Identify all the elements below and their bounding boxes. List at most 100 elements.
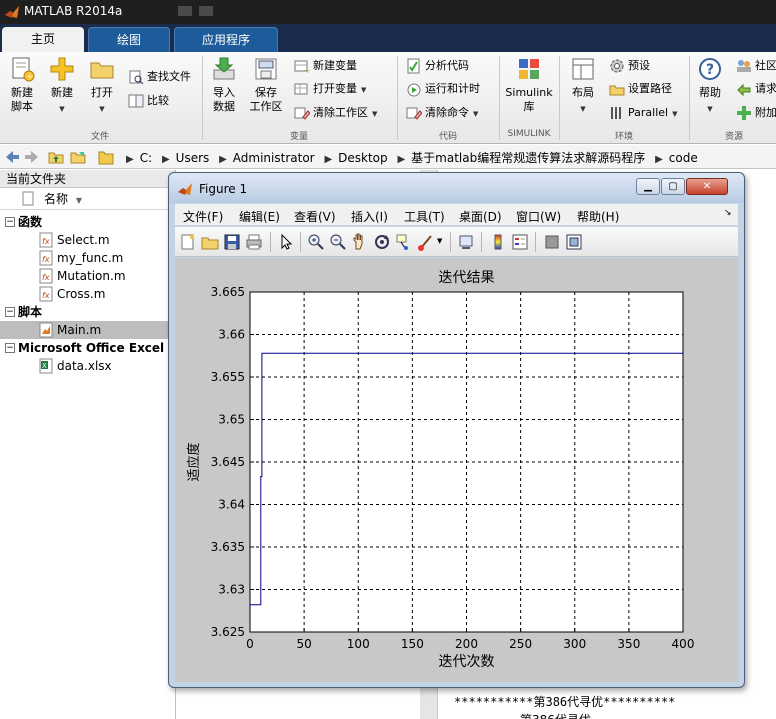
collapse-toggle-icon[interactable]: − — [5, 307, 15, 317]
list-item[interactable]: fx Select.m — [0, 231, 176, 249]
parallel-button[interactable]: Parallel ▼ — [609, 105, 677, 122]
analyze-code-button[interactable]: 分析代码 — [406, 58, 469, 74]
group-excel[interactable]: − Microsoft Office Excel 工 — [0, 339, 176, 357]
data-cursor-icon[interactable] — [395, 233, 413, 251]
new-figure-icon[interactable] — [179, 233, 197, 251]
menu-insert[interactable]: 插入(I) — [351, 208, 388, 225]
menu-window[interactable]: 窗口(W) — [516, 208, 561, 225]
breadcrumb-item[interactable]: Desktop — [338, 151, 388, 165]
brush-dropdown-icon[interactable]: ▼ — [437, 237, 442, 245]
figure-titlebar[interactable]: Figure 1 ▁ ▢ ✕ — [169, 173, 744, 203]
tab-plots[interactable]: 绘图 — [88, 27, 170, 52]
save-workspace-button[interactable]: 保存 工作区 — [246, 56, 286, 114]
find-files-button[interactable]: 查找文件 — [128, 69, 191, 85]
window-minimize-button[interactable] — [178, 6, 192, 16]
new-script-button[interactable]: + 新建 脚本 — [4, 56, 40, 114]
menubar-dock-icon[interactable]: ↘ — [724, 208, 732, 218]
print-figure-icon[interactable] — [245, 233, 263, 251]
import-data-button[interactable]: 导入 数据 — [207, 56, 241, 114]
tab-home[interactable]: 主页 — [2, 27, 84, 52]
zoom-out-icon[interactable] — [329, 233, 347, 251]
window-maximize-button[interactable] — [199, 6, 213, 16]
legend-icon[interactable] — [511, 233, 529, 251]
breadcrumb-item[interactable]: Administrator — [233, 151, 315, 165]
name-column-header[interactable]: 名称 ▼ — [0, 188, 175, 210]
rotate-3d-icon[interactable] — [373, 233, 391, 251]
open-dropdown-icon[interactable]: ▼ — [86, 102, 118, 116]
open-button[interactable]: 打开 ▼ — [86, 56, 118, 116]
collapse-toggle-icon[interactable]: − — [5, 217, 15, 227]
layout-dropdown-icon[interactable]: ▼ — [565, 102, 601, 116]
menu-desktop[interactable]: 桌面(D) — [459, 208, 502, 225]
clear-commands-button[interactable]: 清除命令 ▼ — [406, 105, 478, 122]
preferences-button[interactable]: 预设 — [609, 58, 650, 74]
up-folder-icon[interactable] — [48, 149, 64, 165]
compare-button[interactable]: 比较 — [128, 93, 169, 109]
new-variable-button[interactable]: + 新建变量 — [294, 58, 357, 74]
list-item[interactable]: fx Cross.m — [0, 285, 176, 303]
menu-edit[interactable]: 编辑(E) — [239, 208, 280, 225]
help-button[interactable]: ? 帮助 ▼ — [694, 56, 726, 116]
set-path-button[interactable]: 设置路径 — [609, 81, 672, 97]
brush-icon[interactable] — [417, 233, 435, 251]
clear-workspace-icon — [294, 107, 310, 120]
layout-button[interactable]: 布局 ▼ — [565, 56, 601, 116]
save-figure-icon[interactable] — [223, 233, 241, 251]
list-item[interactable]: X data.xlsx — [0, 357, 176, 375]
show-plot-tools-icon[interactable] — [565, 233, 583, 251]
zoom-in-icon[interactable] — [307, 233, 325, 251]
community-button[interactable]: 社区 — [736, 58, 776, 74]
group-scripts[interactable]: − 脚本 — [0, 303, 176, 321]
help-dropdown-icon[interactable]: ▼ — [694, 102, 726, 116]
collapse-toggle-icon[interactable]: − — [5, 343, 15, 353]
name-column-label: 名称 — [44, 192, 69, 206]
y-tick-label: 3.625 — [211, 625, 245, 639]
open-variable-dropdown-icon[interactable]: ▼ — [361, 86, 366, 94]
tab-apps[interactable]: 应用程序 — [174, 27, 278, 52]
help-label: 帮助 — [699, 86, 721, 99]
ribbon-toolstrip: + 新建 脚本 新建 ▼ 打开 ▼ 查找文件 比较 文件 导入 数据 保存 工作… — [0, 52, 776, 144]
run-and-time-button[interactable]: 运行和计时 — [406, 81, 480, 97]
browse-folder-icon[interactable] — [70, 149, 86, 165]
clear-commands-dropdown-icon[interactable]: ▼ — [473, 110, 478, 118]
menu-help[interactable]: 帮助(H) — [577, 208, 619, 225]
parallel-label: Parallel — [628, 106, 669, 119]
breadcrumb-item[interactable]: Users — [176, 151, 210, 165]
breadcrumb-item[interactable]: C: — [140, 151, 152, 165]
request-support-label: 请求 — [755, 82, 776, 95]
list-item[interactable]: fx my_func.m — [0, 249, 176, 267]
breadcrumb-item[interactable]: code — [669, 151, 698, 165]
hide-plot-tools-icon[interactable] — [543, 233, 561, 251]
link-plot-icon[interactable] — [457, 233, 475, 251]
group-label: 脚本 — [18, 305, 43, 319]
menu-file[interactable]: 文件(F) — [183, 208, 223, 225]
new-button[interactable]: 新建 ▼ — [46, 56, 78, 116]
line-chart[interactable]: 0 50 100 150 200 250 300 350 400 3.625 3.63 3.635 3.… — [175, 258, 738, 682]
clear-workspace-button[interactable]: 清除工作区 ▼ — [294, 105, 377, 122]
forward-arrow-icon[interactable] — [24, 149, 40, 165]
parallel-dropdown-icon[interactable]: ▼ — [672, 110, 677, 118]
menu-tools[interactable]: 工具(T) — [404, 208, 445, 225]
open-variable-button[interactable]: 打开变量 ▼ — [294, 81, 366, 98]
figure-canvas: 0 50 100 150 200 250 300 350 400 3.625 3.63 3.635 3.… — [175, 258, 738, 682]
menu-view[interactable]: 查看(V) — [294, 208, 336, 225]
group-functions[interactable]: − 函数 — [0, 213, 176, 231]
clear-workspace-dropdown-icon[interactable]: ▼ — [372, 110, 377, 118]
svg-text:fx: fx — [42, 291, 50, 300]
pan-hand-icon[interactable] — [351, 233, 369, 251]
list-item[interactable]: fx Mutation.m — [0, 267, 176, 285]
figure-minimize-button[interactable]: ▁ — [636, 178, 660, 195]
colorbar-icon[interactable] — [489, 233, 507, 251]
y-tick-label: 3.645 — [211, 455, 245, 469]
select-pointer-icon[interactable] — [277, 233, 295, 251]
request-support-button[interactable]: 请求 — [736, 81, 776, 97]
back-arrow-icon[interactable] — [4, 149, 20, 165]
figure-maximize-button[interactable]: ▢ — [661, 178, 685, 195]
breadcrumb-item[interactable]: 基于matlab编程常规遗传算法求解源码程序 — [411, 151, 645, 165]
open-file-icon[interactable] — [201, 233, 219, 251]
simulink-library-button[interactable]: Simulink 库 — [503, 56, 555, 114]
new-dropdown-icon[interactable]: ▼ — [46, 102, 78, 116]
figure-close-button[interactable]: ✕ — [686, 178, 728, 195]
list-item-selected[interactable]: Main.m — [0, 321, 176, 339]
addons-button[interactable]: 附加 — [736, 105, 776, 121]
